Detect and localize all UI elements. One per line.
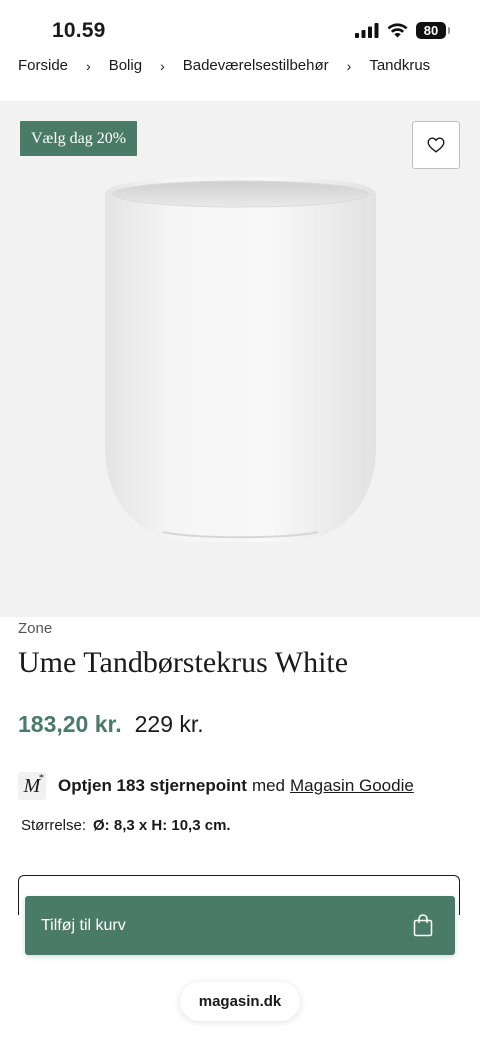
loyalty-points: M * Optjen 183 stjernepoint med Magasin G… [18,772,414,800]
breadcrumb: Forside › Bolig › Badeværelsestilbehør ›… [18,57,430,74]
size-info: Størrelse: Ø: 8,3 x H: 10,3 cm. [21,817,231,834]
status-icons: 80 [355,22,450,39]
breadcrumb-separator: › [160,57,165,74]
heart-icon [427,137,445,153]
logo-mark: * [39,773,44,784]
status-bar: 10.59 80 [0,0,480,52]
product-title: Ume Tandbørstekrus White [18,646,349,679]
add-to-cart-label: Tilføj til kurv [41,916,126,934]
wishlist-button[interactable] [412,121,460,169]
breadcrumb-separator: › [346,57,352,74]
shopping-bag-icon [413,914,433,937]
breadcrumb-item-badevaerelse[interactable]: Badeværelsestilbehør [183,57,329,74]
add-to-cart-button[interactable]: Tilføj til kurv [25,896,455,955]
breadcrumb-item-bolig[interactable]: Bolig [109,57,142,74]
original-price: 229 kr. [134,711,204,737]
battery-icon: 80 [416,22,450,39]
product-image [105,177,376,542]
breadcrumb-item-forside[interactable]: Forside [18,57,68,74]
size-value: Ø: 8,3 x H: 10,3 cm. [93,817,231,834]
browser-url-bar[interactable]: magasin.dk [180,982,300,1021]
signal-icon [355,23,379,38]
points-text: Optjen 183 stjernepoint [58,776,247,795]
points-connector: med [251,776,286,795]
promo-badge: Vælg dag 20% [20,121,138,156]
product-brand[interactable]: Zone [18,620,52,637]
price-block: 183,20 kr. 229 kr. [18,711,204,738]
breadcrumb-item-tandkrus[interactable]: Tandkrus [369,57,430,74]
wifi-icon [387,23,408,38]
goodie-link[interactable]: Magasin Goodie [290,776,414,796]
breadcrumb-separator: › [86,57,91,74]
sale-price: 183,20 kr. [18,711,122,737]
size-label: Størrelse: [21,817,87,834]
status-time: 10.59 [52,19,106,42]
product-image-area[interactable]: Vælg dag 20% [0,101,480,617]
logo-letter: M [23,774,41,797]
magasin-logo-icon: M * [18,772,46,800]
